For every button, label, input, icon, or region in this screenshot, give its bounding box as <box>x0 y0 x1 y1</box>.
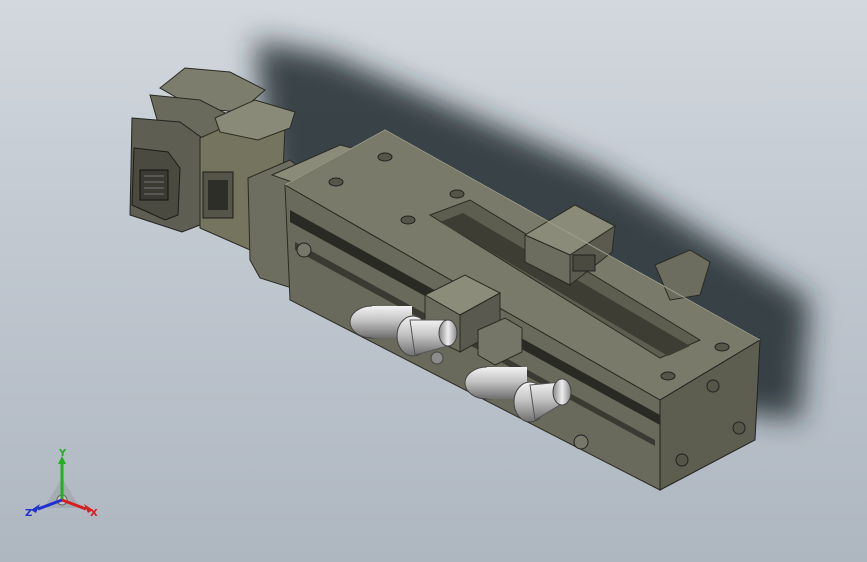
bolt-icon <box>732 421 746 435</box>
bolt-icon <box>573 434 589 450</box>
orientation-triad[interactable]: Y X Z <box>22 446 108 526</box>
graphics-viewport[interactable]: Y X Z <box>0 0 867 562</box>
bolt-icon <box>377 152 393 162</box>
linear-actuator-model[interactable] <box>0 0 867 562</box>
bolt-icon <box>660 371 676 381</box>
y-axis-label: Y <box>58 448 67 459</box>
bolt-icon <box>675 453 689 467</box>
x-axis-label: X <box>90 508 98 519</box>
bolt-icon <box>714 342 730 352</box>
bolt-icon <box>449 189 465 199</box>
bolt-icon <box>400 215 416 225</box>
bolt-icon <box>296 242 312 258</box>
connector-icon <box>139 169 169 201</box>
z-axis-label: Z <box>25 508 32 519</box>
bolt-icon <box>328 177 344 187</box>
bolt-icon <box>706 379 720 393</box>
